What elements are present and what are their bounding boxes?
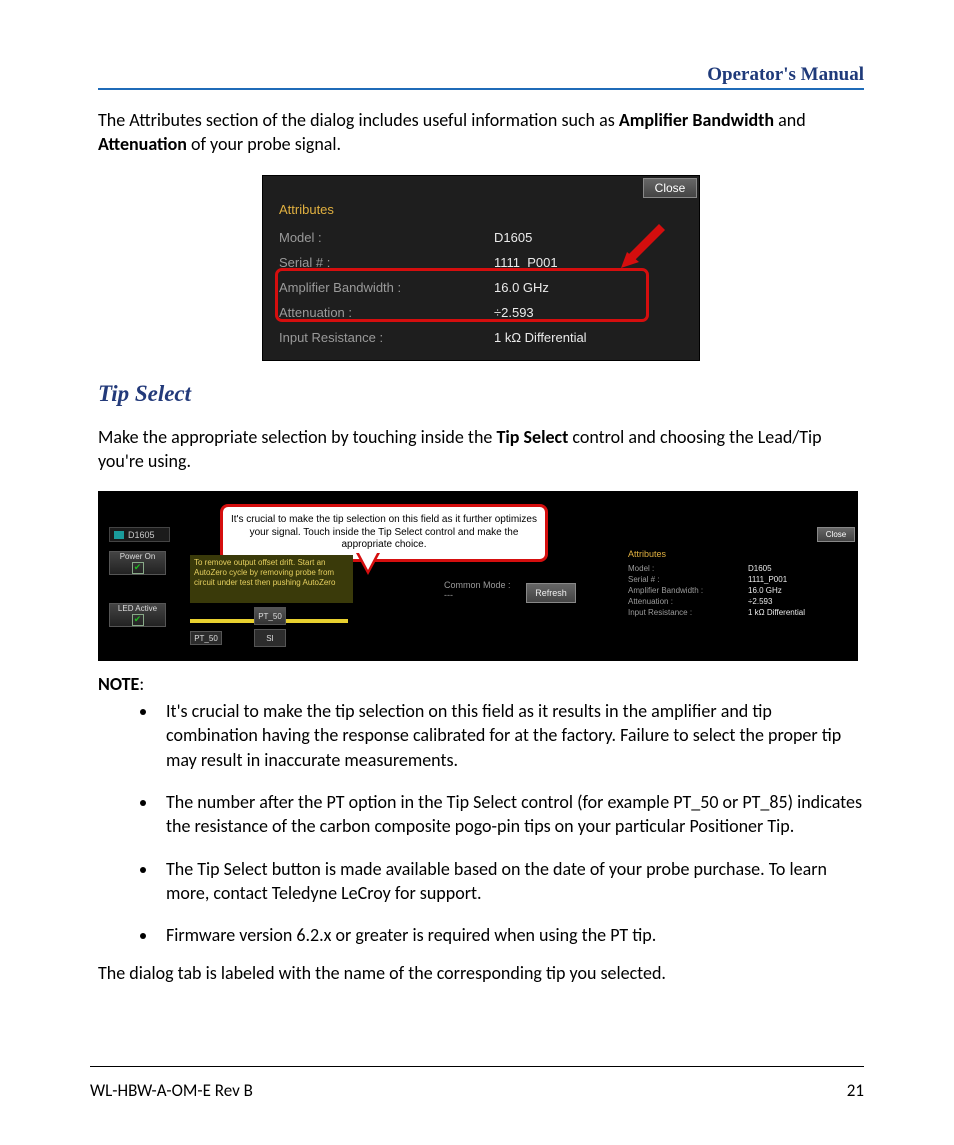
note-label: NOTE: — [98, 673, 864, 695]
panel-attr-row: Input Resistance :1 kΩ Differential — [628, 607, 843, 618]
panel-attr-row: Amplifier Bandwidth :16.0 GHz — [628, 585, 843, 596]
panel-attrs-heading: Attributes — [628, 549, 843, 559]
closing-paragraph: The dialog tab is labeled with the name … — [98, 962, 864, 984]
autozero-instructions: To remove output offset drift. Start an … — [190, 555, 353, 603]
panel-attributes: Attributes Model :D1605 Serial # :1111_P… — [628, 549, 843, 618]
close-button[interactable]: Close — [643, 178, 697, 198]
intro-bold-2: Attenuation — [98, 133, 187, 155]
tip-select-control[interactable]: PT_50 — [254, 607, 286, 625]
tip-select-panel: It's crucial to make the tip selection o… — [98, 491, 858, 661]
intro-post: of your probe signal. — [187, 133, 341, 155]
note-item: It's crucial to make the tip selection o… — [158, 699, 864, 772]
attr-value: D1605 — [494, 230, 532, 245]
callout-tail-inner — [359, 553, 377, 570]
tip-select-heading: Tip Select — [98, 381, 864, 407]
panel-attr-label: Attenuation : — [628, 597, 748, 606]
panel-attr-row: Attenuation :÷2.593 — [628, 596, 843, 607]
attr-value: 1111_P001 — [494, 255, 558, 270]
attr-label: Input Resistance : — [279, 330, 494, 345]
attr-row-input-resistance: Input Resistance : 1 kΩ Differential — [279, 325, 683, 350]
checkbox-icon: ✔ — [132, 562, 144, 574]
panel-attr-row: Model :D1605 — [628, 563, 843, 574]
tip-select-paragraph: Make the appropriate selection by touchi… — [98, 425, 864, 474]
tab-chip-icon — [114, 531, 124, 539]
tip-select-dropdown[interactable]: SI — [254, 629, 286, 647]
page-header: Operator's Manual — [98, 64, 864, 86]
panel-attr-label: Input Resistance : — [628, 608, 748, 617]
attr-label: Amplifier Bandwidth : — [279, 280, 494, 295]
panel-attr-value: D1605 — [748, 564, 772, 573]
attr-row-attenuation: Attenuation : ÷2.593 — [279, 300, 683, 325]
tip-track-right — [284, 619, 348, 623]
attr-value: ÷2.593 — [494, 305, 534, 320]
note-item: The Tip Select button is made available … — [158, 857, 864, 906]
led-active-label: LED Active — [118, 604, 157, 613]
led-active-button[interactable]: LED Active ✔ — [109, 603, 166, 627]
attributes-heading: Attributes — [279, 202, 683, 217]
ts-pre: Make the appropriate selection by touchi… — [98, 426, 496, 448]
footer-doc-id: WL-HBW-A-OM-E Rev B — [90, 1080, 253, 1101]
panel-attr-value: 16.0 GHz — [748, 586, 782, 595]
panel-tab[interactable]: D1605 — [109, 527, 170, 542]
attr-value: 16.0 GHz — [494, 280, 549, 295]
note-item: The number after the PT option in the Ti… — [158, 790, 864, 839]
note-list: It's crucial to make the tip selection o… — [98, 699, 864, 947]
tip-track-left — [190, 619, 254, 623]
power-on-label: Power On — [120, 552, 156, 561]
header-divider — [98, 88, 864, 90]
note-item: Firmware version 6.2.x or greater is req… — [158, 923, 864, 947]
attr-label: Attenuation : — [279, 305, 494, 320]
note-label-bold: NOTE — [98, 673, 139, 695]
intro-mid: and — [774, 109, 806, 131]
panel-attr-value: 1111_P001 — [748, 575, 787, 584]
panel-attr-label: Amplifier Bandwidth : — [628, 586, 748, 595]
attr-row-bandwidth: Amplifier Bandwidth : 16.0 GHz — [279, 275, 683, 300]
refresh-button[interactable]: Refresh — [526, 583, 576, 603]
tip-select-option[interactable]: PT_50 — [190, 631, 222, 645]
attr-label: Serial # : — [279, 255, 494, 270]
callout-bubble: It's crucial to make the tip selection o… — [220, 504, 548, 562]
note-colon: : — [139, 673, 144, 695]
footer-divider — [90, 1066, 864, 1067]
panel-attr-label: Model : — [628, 564, 748, 573]
checkbox-icon: ✔ — [132, 614, 144, 626]
arrow-icon — [617, 220, 667, 270]
panel-attr-value: 1 kΩ Differential — [748, 608, 805, 617]
panel-attr-value: ÷2.593 — [748, 597, 772, 606]
attributes-dialog: Close Attributes Model : D1605 Serial # … — [262, 175, 700, 361]
intro-pre: The Attributes section of the dialog inc… — [98, 109, 619, 131]
attr-value: 1 kΩ Differential — [494, 330, 587, 345]
intro-bold-1: Amplifier Bandwidth — [619, 109, 774, 131]
panel-tab-label: D1605 — [128, 530, 155, 540]
footer-page-number: 21 — [847, 1080, 864, 1101]
panel-attr-label: Serial # : — [628, 575, 748, 584]
ts-bold: Tip Select — [496, 426, 568, 448]
panel-close-button[interactable]: Close — [817, 527, 855, 542]
panel-attr-row: Serial # :1111_P001 — [628, 574, 843, 585]
power-on-button[interactable]: Power On ✔ — [109, 551, 166, 575]
intro-paragraph: The Attributes section of the dialog inc… — [98, 108, 864, 157]
attr-label: Model : — [279, 230, 494, 245]
